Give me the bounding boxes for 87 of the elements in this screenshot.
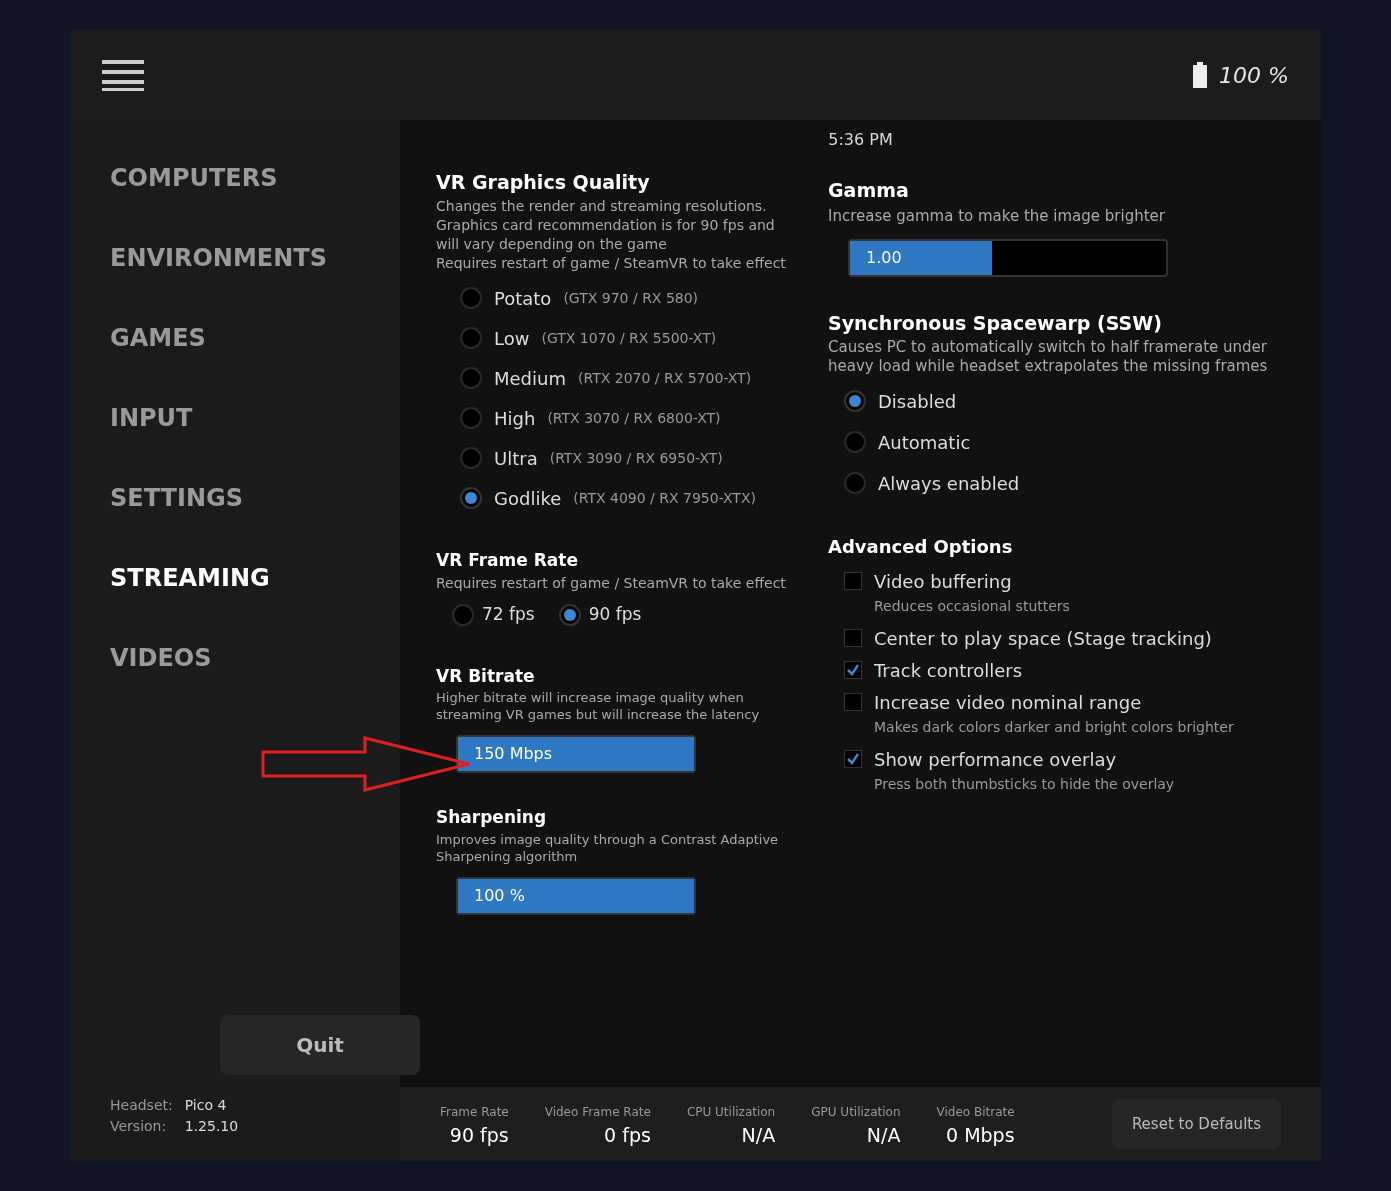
battery-level: 100 % xyxy=(1219,61,1289,90)
option-label: Track controllers xyxy=(874,660,1023,681)
section-title: Advanced Options xyxy=(828,534,1014,559)
stat-label: Frame Rate xyxy=(440,1103,509,1121)
option-hint: Makes dark colors darker and bright colors brighter xyxy=(874,717,1234,737)
quit-button[interactable]: Quit xyxy=(220,1015,420,1075)
info-value: Pico 4 xyxy=(184,1096,228,1115)
battery-icon xyxy=(1193,62,1208,88)
stat-value: 90 fps xyxy=(449,1122,509,1148)
option-label: Low xyxy=(494,326,530,351)
option-label: Show performance overlay xyxy=(874,749,1118,770)
stat-value: N/A xyxy=(866,1122,901,1148)
checkbox[interactable] xyxy=(844,571,862,590)
radio-button[interactable] xyxy=(844,472,866,494)
option-label: Automatic xyxy=(878,430,971,455)
option-hint: Reduces occasional stutters xyxy=(874,596,1070,616)
radio-button[interactable] xyxy=(460,327,482,349)
slider-track[interactable]: 1.00 xyxy=(848,239,1168,277)
info-value: 1.25.10 xyxy=(184,1117,239,1136)
radio-button[interactable] xyxy=(844,390,866,412)
stat-value: 0 Mbps xyxy=(946,1122,1015,1148)
option-label: 72 fps xyxy=(482,603,535,626)
radio-button[interactable] xyxy=(460,487,482,509)
option-label: Always enabled xyxy=(878,471,1020,496)
radio-button[interactable] xyxy=(452,603,474,626)
option-label: Video buffering xyxy=(874,571,1013,592)
option-hint: (RTX 2070 / RX 5700-XT) xyxy=(578,368,752,388)
stat-value: N/A xyxy=(741,1122,776,1148)
radio-button[interactable] xyxy=(460,367,482,389)
info-label: Headset: xyxy=(110,1096,173,1115)
section-description: Increase gamma to make the image brighter xyxy=(828,205,1166,227)
reset-button[interactable]: Reset to Defaults xyxy=(1111,1099,1281,1149)
option-label: Medium xyxy=(494,366,566,391)
nav-tab[interactable]: VIDEOS xyxy=(110,640,212,676)
nav-tab[interactable]: ENVIRONMENTS xyxy=(110,240,327,276)
slider-fill[interactable]: 100 % xyxy=(458,878,694,913)
slider-fill[interactable]: 1.00 xyxy=(850,241,993,275)
nav-tab[interactable]: COMPUTERS xyxy=(110,160,278,196)
menu-icon[interactable] xyxy=(102,58,144,92)
radio-button[interactable] xyxy=(460,447,482,469)
section-description: Changes the render and streaming resolutions. xyxy=(436,196,768,216)
option-label: High xyxy=(494,406,536,431)
nav-tab[interactable]: INPUT xyxy=(110,400,193,436)
option-hint: Press both thumbsticks to hide the overlay xyxy=(874,774,1175,794)
option-label: Godlike xyxy=(494,486,562,511)
option-hint: (RTX 4090 / RX 7950-XTX) xyxy=(573,488,756,508)
section-description: Requires restart of game / SteamVR to take effect xyxy=(436,253,787,273)
info-label: Version: xyxy=(110,1117,168,1136)
stat-label: CPU Utilization xyxy=(686,1103,776,1121)
stat-label: Video Frame Rate xyxy=(544,1103,651,1121)
section-description: Causes PC to automatically switch to half framerate under heavy load while headset extrapolates the missing frames xyxy=(828,337,1268,376)
section-description: Improves image quality through a Contrast Adaptive Sharpening algorithm xyxy=(436,830,780,865)
option-hint: (RTX 3070 / RX 6800-XT) xyxy=(547,408,721,428)
radio-button[interactable] xyxy=(460,287,482,309)
option-hint: (GTX 970 / RX 580) xyxy=(563,288,699,308)
section-title: VR Frame Rate xyxy=(436,548,579,572)
radio-button[interactable] xyxy=(844,431,866,453)
section-description: Higher bitrate will increase image quality when streaming VR games but will increase the latency xyxy=(436,689,761,723)
nav-tab[interactable]: SETTINGS xyxy=(110,480,243,516)
option-label: Potato xyxy=(494,286,552,311)
option-label: Ultra xyxy=(494,446,538,471)
checkbox[interactable] xyxy=(844,660,862,679)
radio-button[interactable] xyxy=(460,407,482,429)
section-title: Gamma xyxy=(828,178,910,203)
nav-tab[interactable]: STREAMING xyxy=(110,560,270,596)
section-description: Requires restart of game / SteamVR to take effect xyxy=(436,574,787,593)
section-title: Synchronous Spacewarp (SSW) xyxy=(828,311,1163,336)
slider-fill[interactable]: 150 Mbps xyxy=(458,737,694,771)
stat-value: 0 fps xyxy=(604,1122,651,1148)
section-title: Sharpening xyxy=(436,806,548,829)
option-label: Increase video nominal range xyxy=(874,692,1143,713)
section-description: Graphics card recommendation is for 90 fps and will vary depending on the game xyxy=(436,215,776,254)
checkbox[interactable] xyxy=(844,628,862,647)
checkbox[interactable] xyxy=(844,749,862,768)
radio-button[interactable] xyxy=(558,603,581,626)
option-hint: (RTX 3090 / RX 6950-XT) xyxy=(549,448,723,468)
option-label: Center to play space (Stage tracking) xyxy=(874,628,1212,649)
nav-tab[interactable]: GAMES xyxy=(110,320,206,356)
section-title: VR Graphics Quality xyxy=(436,170,651,195)
option-label: Disabled xyxy=(878,389,957,414)
checkbox[interactable] xyxy=(844,692,862,711)
stat-label: GPU Utilization xyxy=(811,1103,901,1121)
option-label: 90 fps xyxy=(588,603,642,626)
option-hint: (GTX 1070 / RX 5500-XT) xyxy=(541,328,717,348)
stat-label: Video Bitrate xyxy=(936,1103,1015,1121)
clock-time: 5:36 PM xyxy=(828,129,893,151)
section-title: VR Bitrate xyxy=(436,664,536,688)
